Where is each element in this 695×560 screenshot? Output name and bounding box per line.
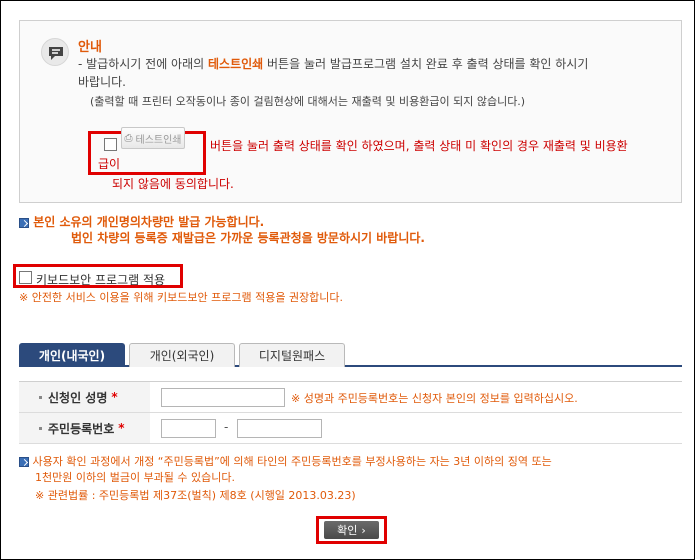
owner-notice-line1: 본인 소유의 개인명의차량만 발급 가능합니다. bbox=[19, 213, 264, 230]
notice-box: 안내 - 발급하시기 전에 아래의 테스트인쇄 버튼을 눌러 발급프로그램 설치… bbox=[19, 20, 682, 203]
notice-text-line2: 바랍니다. bbox=[78, 75, 126, 89]
notice-test-print-highlight: 테스트인쇄 bbox=[208, 57, 264, 71]
rrn-front-input[interactable] bbox=[161, 419, 216, 438]
legal-notice-line2: 1천만원 이하의 벌금이 부과될 수 있습니다. bbox=[35, 471, 236, 484]
legal-notice-line1: 사용자 확인 과정에서 개정 “주민등록법”에 의해 타인의 주민등록번호를 부… bbox=[19, 453, 552, 469]
keyboard-security-label[interactable]: 키보드보안 프로그램 적용 bbox=[36, 271, 165, 288]
notice-title: 안내 bbox=[78, 40, 102, 55]
chevron-right-icon: › bbox=[361, 523, 366, 537]
applicant-form: 신청인 성명 * ※ 성명과 주민등록번호는 신청자 본인의 정보를 입력하십시… bbox=[19, 381, 682, 444]
notice-text-line1: - 발급하시기 전에 아래의 테스트인쇄 버튼을 눌러 발급프로그램 설치 완료… bbox=[78, 55, 588, 72]
bullet-icon bbox=[39, 426, 42, 430]
confirm-label: 확인 bbox=[337, 524, 358, 537]
required-mark: * bbox=[111, 390, 118, 404]
tab-korean-individual[interactable]: 개인(내국인) bbox=[19, 343, 125, 367]
rrn-label-text: 주민등록번호 bbox=[48, 421, 115, 436]
notice-text-suffix: 버튼을 눌러 발급프로그램 설치 완료 후 출력 상태를 확인 하시기 bbox=[263, 57, 589, 71]
agree-text-line2: 급이 bbox=[98, 157, 121, 171]
confirm-button[interactable]: 확인 › bbox=[324, 521, 379, 539]
bullet-icon bbox=[39, 395, 42, 399]
page-frame: 안내 - 발급하시기 전에 아래의 테스트인쇄 버튼을 눌러 발급프로그램 설치… bbox=[0, 0, 695, 560]
test-print-label: 테스트인쇄 bbox=[135, 134, 182, 146]
name-hint: ※ 성명과 주민등록번호는 신청자 본인의 정보를 입력하십시오. bbox=[291, 392, 578, 405]
agree-checkbox[interactable] bbox=[104, 138, 117, 151]
rrn-dash: - bbox=[224, 420, 229, 434]
tab-bar: 개인(내국인) 개인(외국인) 디지털원패스 bbox=[19, 343, 682, 367]
agree-text-line1: 버튼을 눌러 출력 상태를 확인 하였으며, 출력 상태 미 확인의 경우 재출… bbox=[210, 139, 628, 153]
owner-notice-line2: 법인 차량의 등록증 재발급은 가까운 등록관청을 방문하시기 바랍니다. bbox=[71, 231, 425, 245]
legal-notice-text: 사용자 확인 과정에서 개정 “주민등록법”에 의해 타인의 주민등록번호를 부… bbox=[32, 455, 552, 468]
info-arrow-icon bbox=[19, 217, 29, 228]
keyboard-security-note: ※ 안전한 서비스 이용을 위해 키보드보안 프로그램 적용을 권장합니다. bbox=[19, 291, 344, 304]
notice-text-prefix: - 발급하시기 전에 아래의 bbox=[78, 57, 208, 71]
tab-foreign-individual[interactable]: 개인(외국인) bbox=[129, 343, 235, 367]
name-label: 신청인 성명 * bbox=[19, 382, 150, 412]
printer-icon: ⎙ bbox=[124, 132, 133, 144]
name-row: 신청인 성명 * ※ 성명과 주민등록번호는 신청자 본인의 정보를 입력하십시… bbox=[19, 382, 682, 413]
legal-notice-line3: ※ 관련법률 : 주민등록법 제37조(벌칙) 제8호 (시행일 2013.03… bbox=[35, 489, 356, 502]
rrn-back-input[interactable] bbox=[237, 419, 322, 438]
rrn-row: 주민등록번호 * - bbox=[19, 413, 682, 444]
owner-notice-text: 본인 소유의 개인명의차량만 발급 가능합니다. bbox=[33, 215, 265, 229]
test-print-button[interactable]: ⎙ 테스트인쇄 bbox=[121, 127, 185, 149]
speech-bubble-icon bbox=[41, 38, 69, 66]
notice-text-line3: (출력할 때 프린터 오작동이나 종이 걸림현상에 대해서는 재출력 및 비용환… bbox=[90, 95, 526, 108]
required-mark: * bbox=[118, 421, 125, 435]
rrn-label: 주민등록번호 * bbox=[19, 413, 150, 443]
name-label-text: 신청인 성명 bbox=[48, 390, 108, 405]
name-input[interactable] bbox=[161, 388, 285, 407]
tab-digital-onepass[interactable]: 디지털원패스 bbox=[239, 343, 345, 367]
agree-text-line3: 되지 않음에 동의합니다. bbox=[112, 177, 234, 191]
keyboard-security-checkbox[interactable] bbox=[19, 271, 32, 284]
info-arrow-icon bbox=[19, 457, 29, 467]
